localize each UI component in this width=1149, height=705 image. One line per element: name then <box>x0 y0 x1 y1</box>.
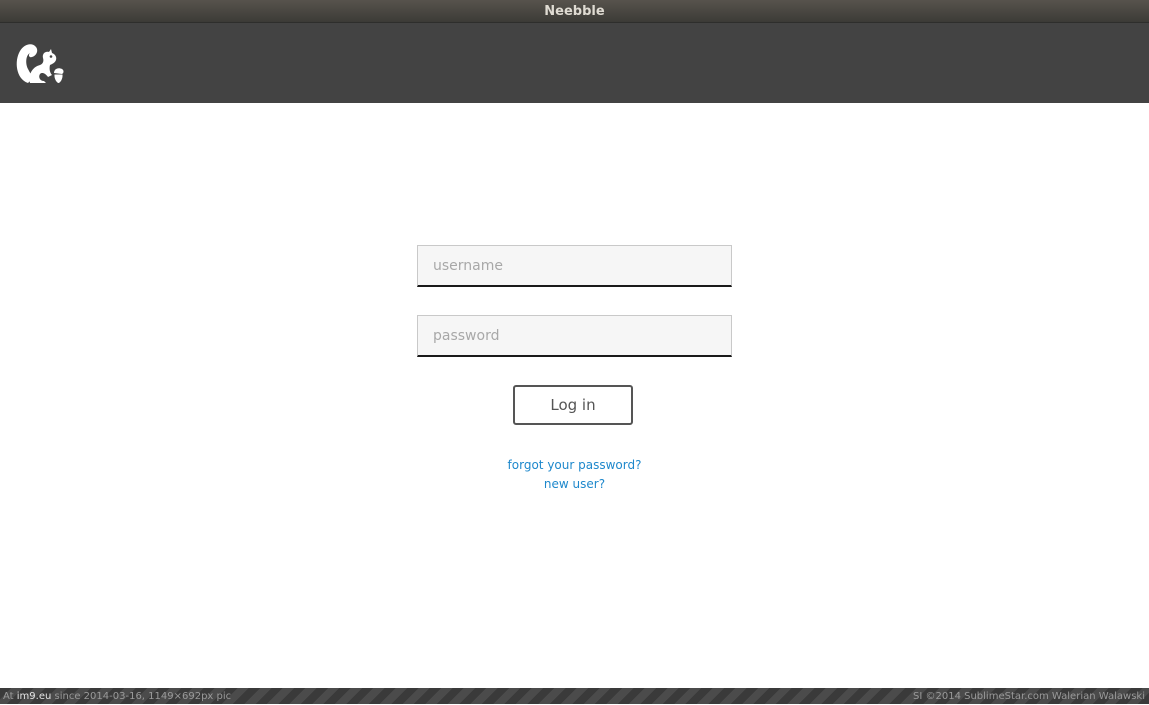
footer-bar: At im9.eu since 2014-03-16, 1149×692px p… <box>0 688 1149 704</box>
app-header <box>0 23 1149 103</box>
footer-credit: SI ©2014 SublimeStar.com Walerian Walaws… <box>913 691 1145 702</box>
login-page: Log in forgot your password? new user? <box>0 103 1149 688</box>
window-title: Neebble <box>544 4 605 19</box>
username-input[interactable] <box>417 245 732 287</box>
window-titlebar: Neebble <box>0 0 1149 23</box>
new-user-link[interactable]: new user? <box>0 477 1149 491</box>
squirrel-icon[interactable] <box>14 39 66 89</box>
footer-left-text: At im9.eu since 2014-03-16, 1149×692px p… <box>3 688 231 705</box>
password-input[interactable] <box>417 315 732 357</box>
login-button[interactable]: Log in <box>513 385 633 425</box>
footer-prefix: At <box>3 691 14 702</box>
forgot-password-link[interactable]: forgot your password? <box>0 458 1149 472</box>
footer-info: since 2014-03-16, 1149×692px pic <box>54 691 232 702</box>
footer-site: im9.eu <box>16 691 52 702</box>
